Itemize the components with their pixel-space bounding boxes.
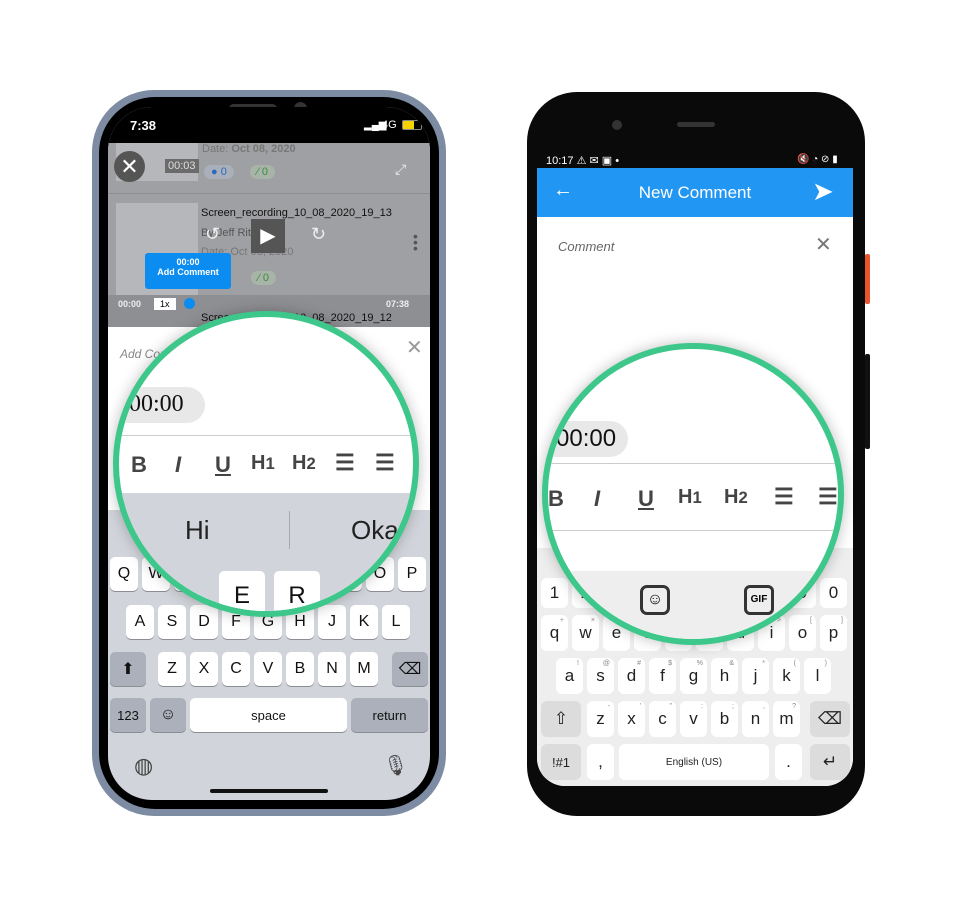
status-icons: 🔇 ◔ ⊘ ▮ xyxy=(797,154,838,165)
key-f[interactable]: f $ xyxy=(649,658,676,694)
key-z[interactable]: z- xyxy=(587,701,614,737)
key-b[interactable]: b; xyxy=(711,701,738,737)
suggestion[interactable]: Hi xyxy=(185,515,210,546)
bullet-list-icon[interactable]: ☰ xyxy=(818,484,838,510)
fullscreen-icon[interactable]: ⤢ xyxy=(395,161,406,178)
more-options-icon[interactable]: • • • xyxy=(413,229,418,255)
ordered-list-icon[interactable]: ☰ xyxy=(335,450,355,476)
key-j[interactable]: j * xyxy=(742,658,769,694)
bold-button[interactable]: B xyxy=(131,452,147,478)
forward-10-icon[interactable]: ↻ xyxy=(311,224,326,245)
home-indicator xyxy=(210,789,328,793)
recording-list: 00:03 ✕ Date: Oct 08, 2020 ● 0 ⁄ 0 ⤢ Scr… xyxy=(108,143,430,327)
h2-button[interactable]: H2 xyxy=(724,486,748,509)
date-value: Oct 08, 2020 xyxy=(231,143,296,155)
key-n[interactable]: N xyxy=(318,652,346,686)
total-time: 07:38 xyxy=(386,299,410,309)
bold-button[interactable]: B xyxy=(548,486,564,512)
h1-button[interactable]: H1 xyxy=(251,452,275,475)
key-z[interactable]: Z xyxy=(158,652,186,686)
key-v[interactable]: v: xyxy=(680,701,707,737)
shift-key[interactable]: ⬆ xyxy=(110,652,146,686)
underline-button[interactable]: U xyxy=(215,452,231,478)
globe-icon[interactable]: ◍ xyxy=(134,753,153,779)
return-key[interactable]: return xyxy=(351,698,428,732)
key-x[interactable]: x ' xyxy=(618,701,645,737)
key-k[interactable]: k( xyxy=(773,658,800,694)
camera xyxy=(612,120,622,130)
date-label: Date: xyxy=(202,143,229,155)
delete-key[interactable]: ⌫ xyxy=(810,701,850,737)
key-n[interactable]: n, xyxy=(742,701,769,737)
key-e-magnified: E xyxy=(219,571,265,611)
play-button[interactable]: ▶ xyxy=(251,219,285,253)
timestamp-text: 00:00 xyxy=(129,391,184,417)
page-title: New Comment xyxy=(638,183,752,202)
space-key[interactable]: English (US) xyxy=(619,744,769,780)
app-header: ← New Comment ➤ xyxy=(537,168,853,217)
power-button xyxy=(865,254,870,304)
status-time: 7:38 xyxy=(130,118,157,133)
attachments-badge[interactable]: ⁄ 0 xyxy=(251,271,277,285)
speed-button[interactable]: 1x xyxy=(154,298,176,310)
magnifier-ios: 00:00 B I U H1 H2 ☰ ☰ Hi Oka E R xyxy=(113,311,419,617)
key-x[interactable]: X xyxy=(190,652,218,686)
comma-key[interactable]: , xyxy=(587,744,614,780)
key-l[interactable]: l) xyxy=(804,658,831,694)
bullet-list-icon[interactable]: ☰ xyxy=(375,450,395,476)
status-bar: 10:17 ⚠ ✉ ▣ • xyxy=(546,155,620,167)
key-m[interactable]: M xyxy=(350,652,378,686)
enter-key[interactable]: ↵ xyxy=(810,744,850,780)
delete-key[interactable]: ⌫ xyxy=(392,652,428,686)
italic-button[interactable]: I xyxy=(594,486,600,512)
key-c[interactable]: c " xyxy=(649,701,676,737)
gif-button[interactable]: GIF xyxy=(744,585,774,615)
emoji-key[interactable]: ☺ xyxy=(150,698,186,732)
suggestion-bar: Hi Oka E R xyxy=(119,493,413,611)
ordered-list-icon[interactable]: ☰ xyxy=(774,484,794,510)
space-key[interactable]: space xyxy=(190,698,347,732)
italic-button[interactable]: I xyxy=(175,452,181,478)
key-r-magnified: R xyxy=(274,571,320,611)
numbers-key[interactable]: 123 xyxy=(110,698,146,732)
recording-title[interactable]: Screen_recording_10_08_2020_19_13 xyxy=(201,207,392,219)
battery-icon xyxy=(402,120,422,130)
underline-button[interactable]: U xyxy=(638,486,654,512)
key-c[interactable]: C xyxy=(222,652,250,686)
key-s[interactable]: s @ xyxy=(587,658,614,694)
key-g[interactable]: g% xyxy=(680,658,707,694)
network-type: 4G xyxy=(382,119,397,131)
add-comment-tooltip[interactable]: 00:00 Add Comment xyxy=(145,253,231,289)
h2-button[interactable]: H2 xyxy=(292,452,316,475)
scrubber-handle[interactable] xyxy=(184,298,195,309)
suggestion[interactable]: Oka xyxy=(351,515,399,546)
microphone-icon[interactable]: 🎙 xyxy=(383,753,408,778)
keyboard-toolbar: ☺ GIF xyxy=(548,571,838,639)
sticker-icon[interactable]: ☺ xyxy=(640,585,670,615)
speaker xyxy=(677,122,715,127)
close-icon[interactable]: ✕ xyxy=(815,232,832,257)
key-a[interactable]: a! xyxy=(556,658,583,694)
status-bar: 7:38 ▂▄▆ 4G xyxy=(108,107,430,143)
comments-badge[interactable]: ● 0 xyxy=(204,165,234,179)
timestamp-text: 00:00 xyxy=(556,425,617,452)
key-d[interactable]: d # xyxy=(618,658,645,694)
attachments-badge[interactable]: ⁄ 0 xyxy=(250,165,276,179)
magnifier-android: 00:00 B I U H1 H2 ☰ ☰ ☺ GIF xyxy=(542,343,844,645)
period-key[interactable]: . xyxy=(775,744,802,780)
key-h[interactable]: h & xyxy=(711,658,738,694)
key-v[interactable]: V xyxy=(254,652,282,686)
comment-input[interactable]: Comment xyxy=(558,239,614,254)
symbols-key[interactable]: !#1 xyxy=(541,744,581,780)
video-duration: 00:03 xyxy=(165,159,199,173)
rewind-10-icon[interactable]: ↺ xyxy=(205,224,220,245)
current-time: 00:00 xyxy=(118,299,142,309)
send-icon[interactable]: ➤ xyxy=(812,176,834,207)
close-player-button[interactable]: ✕ xyxy=(114,151,145,182)
key-m[interactable]: m? xyxy=(773,701,800,737)
volume-button xyxy=(865,354,870,449)
key-b[interactable]: B xyxy=(286,652,314,686)
h1-button[interactable]: H1 xyxy=(678,486,702,509)
shift-key[interactable]: ⇧ xyxy=(541,701,581,737)
